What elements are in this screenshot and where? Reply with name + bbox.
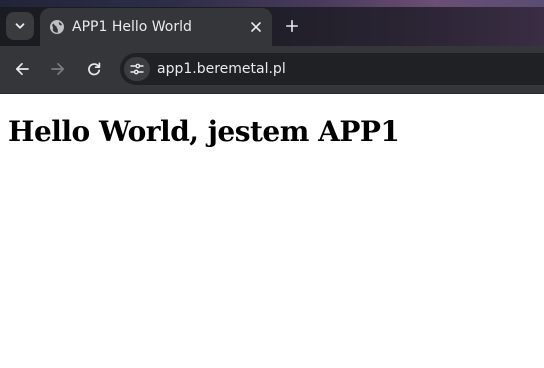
reload-icon <box>87 62 101 76</box>
tab-search-button[interactable] <box>6 12 34 40</box>
close-tab-button[interactable] <box>246 17 266 37</box>
close-icon <box>251 22 261 32</box>
reload-button[interactable] <box>82 57 106 81</box>
chevron-down-icon <box>14 20 26 32</box>
tab-app1-hello-world[interactable]: APP1 Hello World <box>40 8 272 46</box>
forward-button[interactable] <box>46 57 70 81</box>
site-info-button[interactable] <box>124 57 150 81</box>
back-button[interactable] <box>10 57 34 81</box>
plus-icon <box>286 20 298 32</box>
desktop-wallpaper-strip <box>0 0 544 7</box>
page-heading: Hello World, jestem APP1 <box>8 115 400 148</box>
address-bar[interactable]: app1.beremetal.pl <box>120 53 544 85</box>
tune-icon <box>130 63 144 75</box>
arrow-left-icon <box>15 62 29 76</box>
url-text: app1.beremetal.pl <box>157 61 286 77</box>
new-tab-button[interactable] <box>280 14 304 38</box>
toolbar: app1.beremetal.pl <box>0 46 544 94</box>
arrow-right-icon <box>51 62 65 76</box>
tab-strip: APP1 Hello World <box>0 0 544 46</box>
globe-icon <box>49 19 65 35</box>
page-content: Hello World, jestem APP1 <box>0 94 544 368</box>
browser-window: APP1 Hello World app1.beremetal.pl Hello… <box>0 0 544 368</box>
tab-title: APP1 Hello World <box>72 19 192 35</box>
